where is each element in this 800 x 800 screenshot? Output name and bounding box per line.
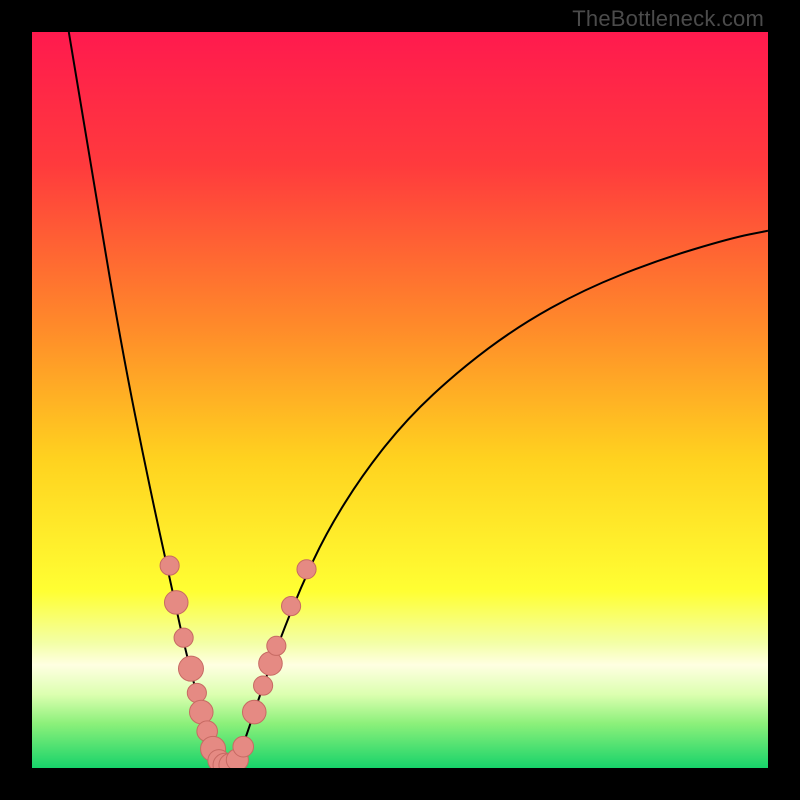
data-dot [178, 656, 203, 681]
data-dot [267, 636, 286, 655]
data-dot [160, 556, 179, 575]
data-dot [190, 700, 214, 724]
data-dot [282, 597, 301, 616]
right-curve [234, 231, 768, 768]
curves-layer [32, 32, 768, 768]
data-dot [187, 683, 206, 702]
data-dot [242, 700, 266, 724]
data-dot [254, 676, 273, 695]
data-dot [233, 736, 254, 757]
watermark-text: TheBottleneck.com [572, 6, 764, 32]
left-curve [69, 32, 222, 768]
data-dot [174, 628, 193, 647]
plot-area [32, 32, 768, 768]
chart-frame: TheBottleneck.com [0, 0, 800, 800]
data-dot [297, 560, 316, 579]
data-dot [164, 591, 188, 615]
